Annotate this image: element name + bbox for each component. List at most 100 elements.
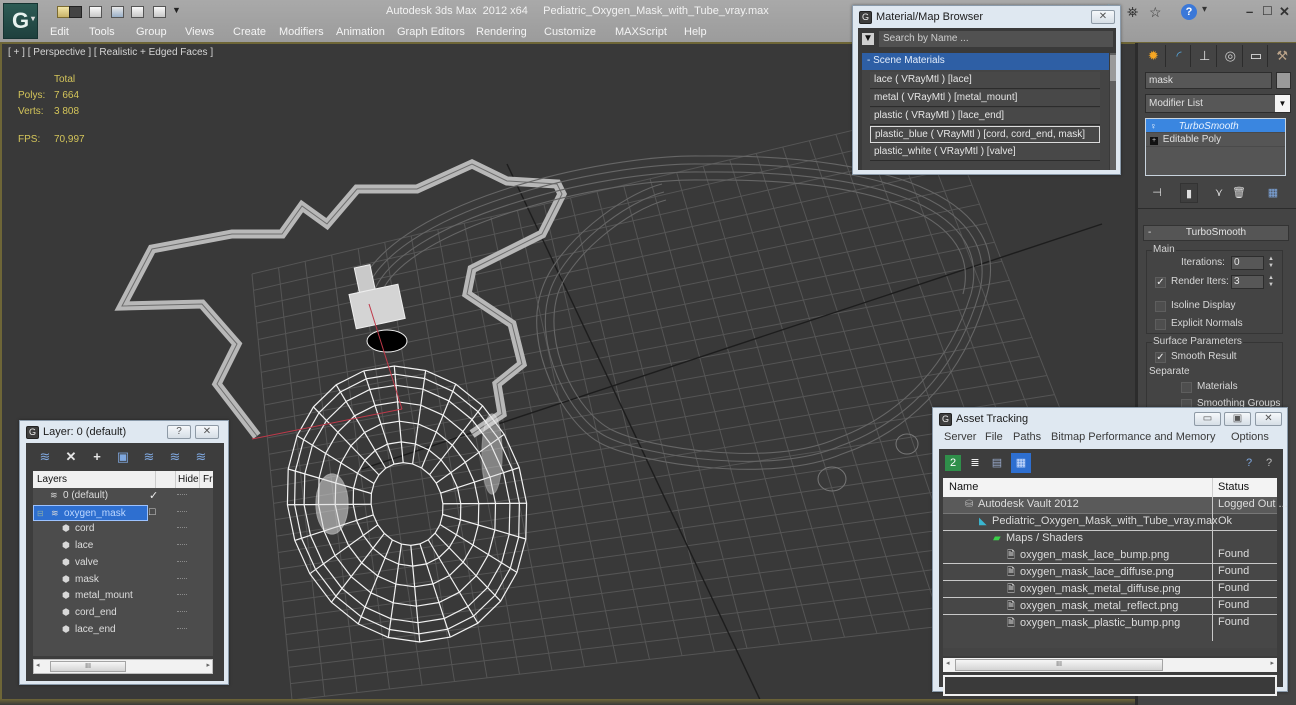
help-icon[interactable]: ?: [1181, 4, 1197, 20]
menu-options[interactable]: Options: [1231, 431, 1269, 443]
object-row[interactable]: ⬢ metal_mount: [33, 588, 213, 605]
object-row[interactable]: ⬢ cord: [33, 521, 213, 538]
search-input[interactable]: Search by Name ...: [879, 31, 1113, 47]
layer-row[interactable]: ≋ 0 (default) ✓: [33, 488, 213, 505]
smooth-result-checkbox[interactable]: ✓: [1155, 352, 1166, 363]
hierarchy-tab-icon[interactable]: ⊥: [1193, 45, 1218, 67]
scene-materials-group[interactable]: - Scene Materials: [862, 53, 1109, 70]
close-button[interactable]: ✕: [1091, 10, 1115, 24]
render-iters-checkbox[interactable]: ✓: [1155, 277, 1166, 288]
set-current-layer-icon[interactable]: ≋: [166, 448, 184, 466]
asset-row[interactable]: 🗎 oxygen_mask_metal_diffuse.png Found: [943, 581, 1277, 598]
minimize-button[interactable]: ▭: [1194, 412, 1221, 426]
render-iters-spinner[interactable]: 3: [1231, 275, 1264, 289]
redo-icon[interactable]: [131, 6, 144, 18]
delete-layer-icon[interactable]: ✕: [62, 448, 80, 466]
scroll-right-icon[interactable]: ▸: [206, 661, 210, 669]
help-icon[interactable]: ?: [1241, 455, 1257, 471]
spinner-arrows-icon[interactable]: ▲ ▼: [1267, 275, 1275, 289]
hide-toggle[interactable]: [177, 577, 187, 580]
asset-row[interactable]: ▰ Maps / Shaders: [943, 530, 1277, 548]
table-view-icon[interactable]: ▦: [1011, 453, 1031, 473]
hide-toggle[interactable]: [177, 627, 187, 630]
materials-checkbox[interactable]: [1181, 382, 1192, 393]
menu-customize[interactable]: Customize: [544, 26, 596, 38]
maximize-icon[interactable]: ☐: [1262, 4, 1273, 18]
configure-modifier-sets-icon[interactable]: ▦: [1264, 183, 1282, 203]
hide-toggle[interactable]: [177, 494, 187, 496]
material-item[interactable]: plastic ( VRayMtl ) [lace_end]: [870, 108, 1100, 125]
menu-tools[interactable]: Tools: [89, 26, 115, 38]
asset-row[interactable]: ◣ Pediatric_Oxygen_Mask_with_Tube_vray.ma…: [943, 513, 1277, 531]
refresh-icon[interactable]: 2: [945, 455, 961, 471]
modifier-list-dropdown[interactable]: Modifier List ▼: [1145, 94, 1291, 113]
vertical-scrollbar[interactable]: [1110, 53, 1116, 170]
close-icon[interactable]: ✕: [1279, 4, 1290, 20]
stack-item-editable-poly[interactable]: + Editable Poly: [1146, 133, 1285, 147]
iterations-spinner[interactable]: 0: [1231, 256, 1264, 270]
asset-row[interactable]: 🗎 oxygen_mask_plastic_bump.png Found: [943, 614, 1277, 632]
minimize-icon[interactable]: –: [1246, 4, 1253, 19]
modify-tab-icon[interactable]: ◜: [1168, 45, 1192, 67]
menu-maxscript[interactable]: MAXScript: [615, 26, 667, 38]
menu-animation[interactable]: Animation: [336, 26, 385, 38]
isoline-display-checkbox[interactable]: [1155, 301, 1166, 312]
filter-dropdown-icon[interactable]: ▼: [862, 33, 874, 45]
menu-rendering[interactable]: Rendering: [476, 26, 527, 38]
layer-row[interactable]: ⊟ ≋ oxygen_mask □: [33, 504, 213, 522]
create-layer-icon[interactable]: ≋: [36, 448, 54, 466]
menu-edit[interactable]: Edit: [50, 26, 69, 38]
material-item[interactable]: metal ( VRayMtl ) [metal_mount]: [870, 90, 1100, 107]
menu-file[interactable]: File: [985, 431, 1003, 443]
create-tab-icon[interactable]: ✹: [1142, 45, 1166, 67]
menu-server[interactable]: Server: [944, 431, 976, 443]
column-name[interactable]: Name: [949, 481, 978, 493]
menu-bitmap-performance[interactable]: Bitmap Performance and Memory: [1051, 431, 1215, 443]
thumbnail-view-icon[interactable]: ▤: [989, 455, 1005, 471]
scroll-right-icon[interactable]: ▸: [1270, 659, 1274, 667]
horizontal-scrollbar[interactable]: ◂ III ▸: [943, 658, 1277, 672]
add-to-layer-icon[interactable]: +: [88, 448, 106, 466]
list-view-icon[interactable]: ≣: [967, 455, 983, 471]
remove-modifier-icon[interactable]: 🗑: [1230, 183, 1248, 203]
hide-toggle[interactable]: [177, 610, 187, 613]
context-help-icon[interactable]: ?: [1261, 455, 1277, 471]
show-end-result-icon[interactable]: ▮: [1180, 183, 1198, 203]
object-name-field[interactable]: mask: [1145, 72, 1272, 89]
menu-help[interactable]: Help: [684, 26, 707, 38]
utilities-tab-icon[interactable]: ⚒: [1270, 45, 1294, 67]
star-icon[interactable]: ☆: [1149, 4, 1162, 21]
hold-icon[interactable]: [111, 6, 124, 18]
object-row[interactable]: ⬢ lace_end: [33, 622, 213, 639]
menu-modifiers[interactable]: Modifiers: [279, 26, 324, 38]
scroll-left-icon[interactable]: ◂: [36, 661, 40, 669]
hide-toggle[interactable]: [177, 544, 187, 546]
select-layer-icon[interactable]: ≋: [140, 448, 158, 466]
scroll-left-icon[interactable]: ◂: [946, 659, 950, 667]
hide-toggle[interactable]: [177, 527, 187, 529]
stack-item-turbosmooth[interactable]: ♀ TurboSmooth: [1146, 119, 1285, 133]
column-freeze[interactable]: Fr: [203, 474, 212, 485]
hide-toggle[interactable]: [177, 594, 187, 596]
lightbulb-icon[interactable]: ♀: [1150, 119, 1160, 133]
asset-row[interactable]: 🗎 oxygen_mask_lace_diffuse.png Found: [943, 564, 1277, 582]
horizontal-scrollbar[interactable]: ◂ III ▸: [33, 659, 213, 674]
undo-icon[interactable]: [89, 6, 102, 18]
object-color-swatch[interactable]: [1276, 72, 1291, 89]
satellite-icon[interactable]: ⛯: [1127, 4, 1138, 21]
asset-row[interactable]: 🗎 oxygen_mask_lace_bump.png Found: [943, 547, 1277, 565]
pin-stack-icon[interactable]: ⊣: [1148, 183, 1166, 203]
menu-create[interactable]: Create: [233, 26, 266, 38]
material-item[interactable]: plastic_blue ( VRayMtl ) [cord, cord_end…: [870, 126, 1100, 143]
object-row[interactable]: ⬢ valve: [33, 555, 213, 572]
hide-toggle[interactable]: [177, 560, 187, 563]
menu-paths[interactable]: Paths: [1013, 431, 1041, 443]
select-objects-icon[interactable]: ▣: [114, 448, 132, 466]
material-item[interactable]: plastic_white ( VRayMtl ) [valve]: [870, 144, 1100, 161]
menu-group[interactable]: Group: [136, 26, 167, 38]
collapse-icon[interactable]: ⊟: [37, 509, 51, 518]
help-dropdown-icon[interactable]: ▾: [1202, 4, 1207, 15]
make-unique-icon[interactable]: ⋎: [1210, 183, 1228, 203]
display-tab-icon[interactable]: ▭: [1245, 45, 1269, 67]
current-layer-checkmark-icon[interactable]: ✓: [149, 489, 158, 502]
